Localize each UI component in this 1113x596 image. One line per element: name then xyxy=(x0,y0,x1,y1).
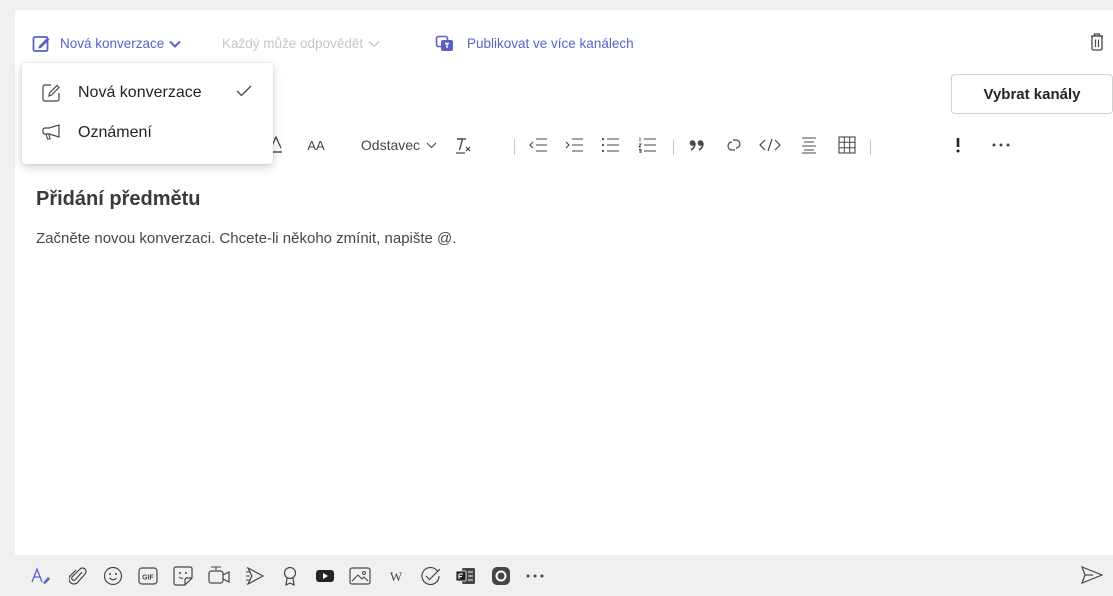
message-body-input[interactable]: Začněte novou konverzaci. Chcete-li něko… xyxy=(36,230,456,247)
quote-icon[interactable] xyxy=(685,128,709,162)
multiple-channels-icon xyxy=(435,35,455,53)
attach-icon[interactable] xyxy=(67,565,89,587)
send-icon[interactable] xyxy=(1081,566,1103,584)
menu-item-new-conversation[interactable]: Nová konverzace xyxy=(22,75,273,111)
compose-extensions-bar: GIF W xyxy=(15,555,1113,596)
increase-indent-icon[interactable] xyxy=(562,128,586,162)
reply-setting-label: Každý může odpovědět xyxy=(222,36,364,51)
important-icon[interactable] xyxy=(948,128,968,162)
toolbar-divider xyxy=(673,139,674,155)
chevron-down-icon xyxy=(169,40,182,48)
praise-icon[interactable] xyxy=(279,565,301,587)
link-icon[interactable] xyxy=(722,128,746,162)
menu-item-announcement[interactable]: Oznámení xyxy=(22,115,273,151)
menu-item-label: Oznámení xyxy=(78,124,152,141)
font-size-icon[interactable]: AA xyxy=(301,128,331,162)
reply-setting-dropdown[interactable]: Každý může odpovědět xyxy=(222,34,380,54)
align-icon[interactable] xyxy=(797,128,821,162)
new-conversation-dropdown[interactable]: Nová konverzace xyxy=(32,34,182,54)
meet-now-icon[interactable] xyxy=(208,565,230,587)
numbered-list-icon[interactable] xyxy=(635,128,659,162)
more-options-icon[interactable] xyxy=(988,128,1014,162)
clear-formatting-icon[interactable] xyxy=(452,128,476,162)
format-icon[interactable] xyxy=(31,565,53,587)
megaphone-icon xyxy=(41,123,61,143)
edit-icon xyxy=(32,34,52,54)
paragraph-dropdown[interactable]: Odstavec xyxy=(350,128,448,162)
subject-input[interactable]: Přidání předmětu xyxy=(36,188,200,211)
checkmark-icon xyxy=(236,85,252,97)
table-icon[interactable] xyxy=(835,128,859,162)
forms-icon[interactable] xyxy=(455,565,477,587)
approvals-icon[interactable] xyxy=(420,565,442,587)
code-snippet-icon[interactable] xyxy=(758,128,782,162)
conversation-type-menu: Nová konverzace Oznámení xyxy=(22,63,273,164)
post-multiple-label: Publikovat ve více kanálech xyxy=(467,36,634,51)
menu-item-label: Nová konverzace xyxy=(78,84,202,101)
emoji-icon[interactable] xyxy=(102,565,124,587)
trash-icon[interactable] xyxy=(1089,32,1107,54)
wiki-icon-label: W xyxy=(390,569,403,584)
loop-icon[interactable] xyxy=(490,565,512,587)
paragraph-label: Odstavec xyxy=(360,137,421,153)
chevron-down-icon xyxy=(368,40,380,48)
decrease-indent-icon[interactable] xyxy=(526,128,550,162)
image-icon[interactable] xyxy=(349,565,371,587)
bullet-list-icon[interactable] xyxy=(598,128,622,162)
toolbar-divider xyxy=(514,139,515,155)
chevron-down-icon xyxy=(426,142,437,149)
stream-icon[interactable] xyxy=(244,565,266,587)
select-channels-button[interactable]: Vybrat kanály xyxy=(951,74,1113,114)
gif-icon-label: GIF xyxy=(142,575,154,582)
sticker-icon[interactable] xyxy=(172,565,194,587)
gif-icon[interactable]: GIF xyxy=(137,565,159,587)
edit-icon xyxy=(41,83,61,103)
more-icon[interactable] xyxy=(524,565,546,587)
youtube-icon[interactable] xyxy=(314,565,336,587)
post-multiple-channels-button[interactable]: Publikovat ve více kanálech xyxy=(435,34,634,54)
new-conversation-label: Nová konverzace xyxy=(60,36,165,51)
wiki-icon[interactable]: W xyxy=(385,565,407,587)
toolbar-divider xyxy=(870,139,871,155)
